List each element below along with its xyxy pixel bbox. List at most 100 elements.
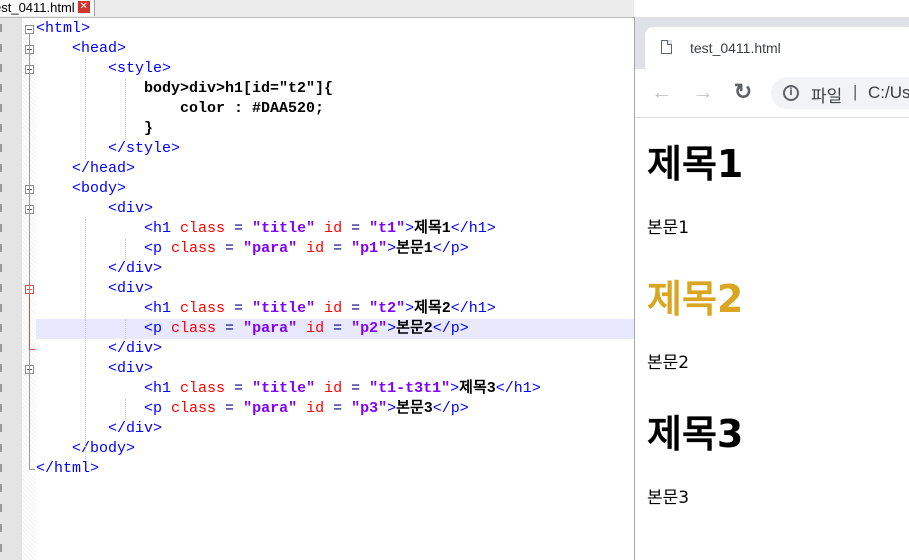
margin-tick <box>0 344 2 352</box>
close-tab-icon[interactable]: ✕ <box>77 1 90 13</box>
code-token: <h1 <box>36 220 181 237</box>
editor-file-tab[interactable]: est_0411.html ✕ <box>0 0 95 16</box>
code-token: = <box>216 320 244 337</box>
code-token: </h1> <box>495 380 541 397</box>
code-token: id <box>315 220 343 237</box>
margin-tick <box>0 164 2 172</box>
code-token: > <box>450 380 460 397</box>
code-line[interactable]: <p class = "para" id = "p2">본문2</p> <box>36 319 469 339</box>
code-token: "t1" <box>369 220 406 237</box>
code-line[interactable]: <p class = "para" id = "p1">본문1</p> <box>36 239 469 259</box>
code-token: <h1 <box>36 300 181 317</box>
code-token: class <box>180 380 226 397</box>
editor-tab-bar: est_0411.html ✕ <box>0 0 634 18</box>
margin-tick <box>0 464 2 472</box>
code-line[interactable]: <body> <box>36 179 126 199</box>
code-token: <html> <box>36 20 91 37</box>
code-token: <body> <box>36 180 127 197</box>
paragraph-2: 본문2 <box>647 353 690 373</box>
indent-guide <box>125 399 126 419</box>
margin-tick <box>0 364 2 372</box>
code-token: = <box>324 240 352 257</box>
code-line[interactable]: <div> <box>36 279 153 299</box>
margin-tick <box>0 304 2 312</box>
info-icon[interactable]: i <box>783 85 799 101</box>
code-line[interactable]: color : #DAA520; <box>36 99 324 119</box>
code-token: 본문2 <box>396 320 433 337</box>
code-token: <h1 <box>36 380 181 397</box>
code-line[interactable]: <html> <box>36 19 90 39</box>
code-line[interactable]: <p class = "para" id = "p3">본문3</p> <box>36 399 469 419</box>
code-token: "para" <box>243 400 298 417</box>
code-editor[interactable]: est_0411.html ✕ <html> <head> <style> bo… <box>0 0 634 560</box>
margin-tick <box>0 384 2 392</box>
indent-guide <box>125 239 126 259</box>
code-line[interactable]: </div> <box>36 419 162 439</box>
indent-guide <box>125 79 126 139</box>
address-url: C:/Us <box>868 83 909 102</box>
code-token: id <box>297 400 325 417</box>
paragraph-1: 본문1 <box>647 218 690 238</box>
code-line[interactable]: </div> <box>36 259 162 279</box>
code-token: </div> <box>36 340 163 357</box>
code-token: body>div>h1[id="t2"]{ <box>36 80 334 97</box>
code-line[interactable]: </div> <box>36 339 162 359</box>
code-token: > <box>387 240 397 257</box>
code-token: "para" <box>243 240 298 257</box>
code-token: </p> <box>432 240 469 257</box>
code-token: = <box>342 220 370 237</box>
code-line[interactable]: } <box>36 119 153 139</box>
code-token: class <box>171 240 217 257</box>
fold-toggle-icon[interactable] <box>25 25 34 34</box>
browser-window: test_0411.html ← → ↻ i 파일 | C:/Us 제목1 본문… <box>634 17 909 560</box>
margin-tick <box>0 44 2 52</box>
back-arrow-icon[interactable]: ← <box>649 79 675 105</box>
code-line[interactable]: <head> <box>36 39 126 59</box>
heading-1: 제목1 <box>647 142 744 186</box>
margin-tick <box>0 204 2 212</box>
code-line[interactable]: </head> <box>36 159 135 179</box>
code-token: <head> <box>36 40 127 57</box>
code-line[interactable]: </style> <box>36 139 180 159</box>
margin-tick <box>0 284 2 292</box>
code-token: "title" <box>252 220 316 237</box>
page-favicon-icon <box>661 40 672 54</box>
code-token: </head> <box>36 160 136 177</box>
code-line[interactable]: <style> <box>36 59 171 79</box>
reload-icon[interactable]: ↻ <box>730 79 756 105</box>
margin-tick <box>0 504 2 512</box>
code-line[interactable]: <h1 class = "title" id = "t1">제목1</h1> <box>36 219 496 239</box>
fold-end <box>29 469 35 470</box>
code-token: "p3" <box>351 400 388 417</box>
code-token: "para" <box>243 320 298 337</box>
code-line[interactable]: </html> <box>36 459 99 479</box>
code-token: } <box>36 120 154 137</box>
code-line[interactable]: body>div>h1[id="t2"]{ <box>36 79 333 99</box>
code-token: = <box>324 320 352 337</box>
code-line[interactable]: <div> <box>36 199 153 219</box>
code-token: <p <box>36 400 172 417</box>
paragraph-3: 본문3 <box>647 488 690 508</box>
code-line[interactable]: <h1 class = "title" id = "t2">제목2</h1> <box>36 299 496 319</box>
code-token: class <box>171 320 217 337</box>
heading-3: 제목3 <box>647 412 744 456</box>
code-token: > <box>387 400 397 417</box>
margin-tick <box>0 24 2 32</box>
forward-arrow-icon[interactable]: → <box>690 79 716 105</box>
address-bar[interactable]: i 파일 | C:/Us <box>771 77 909 109</box>
code-line[interactable]: <div> <box>36 359 153 379</box>
margin-tick <box>0 484 2 492</box>
code-token: "title" <box>252 300 316 317</box>
code-token: id <box>297 240 325 257</box>
address-scheme: 파일 <box>811 87 843 106</box>
code-token: </div> <box>36 260 163 277</box>
code-token: > <box>387 320 397 337</box>
code-token: 본문1 <box>396 240 433 257</box>
address-separator: | <box>853 82 858 101</box>
code-token: = <box>216 240 244 257</box>
line-number-margin <box>0 18 22 560</box>
code-line[interactable]: <h1 class = "title" id = "t1-t3t1">제목3</… <box>36 379 541 399</box>
margin-tick <box>0 244 2 252</box>
browser-tab[interactable]: test_0411.html <box>645 27 909 69</box>
margin-tick <box>0 104 2 112</box>
